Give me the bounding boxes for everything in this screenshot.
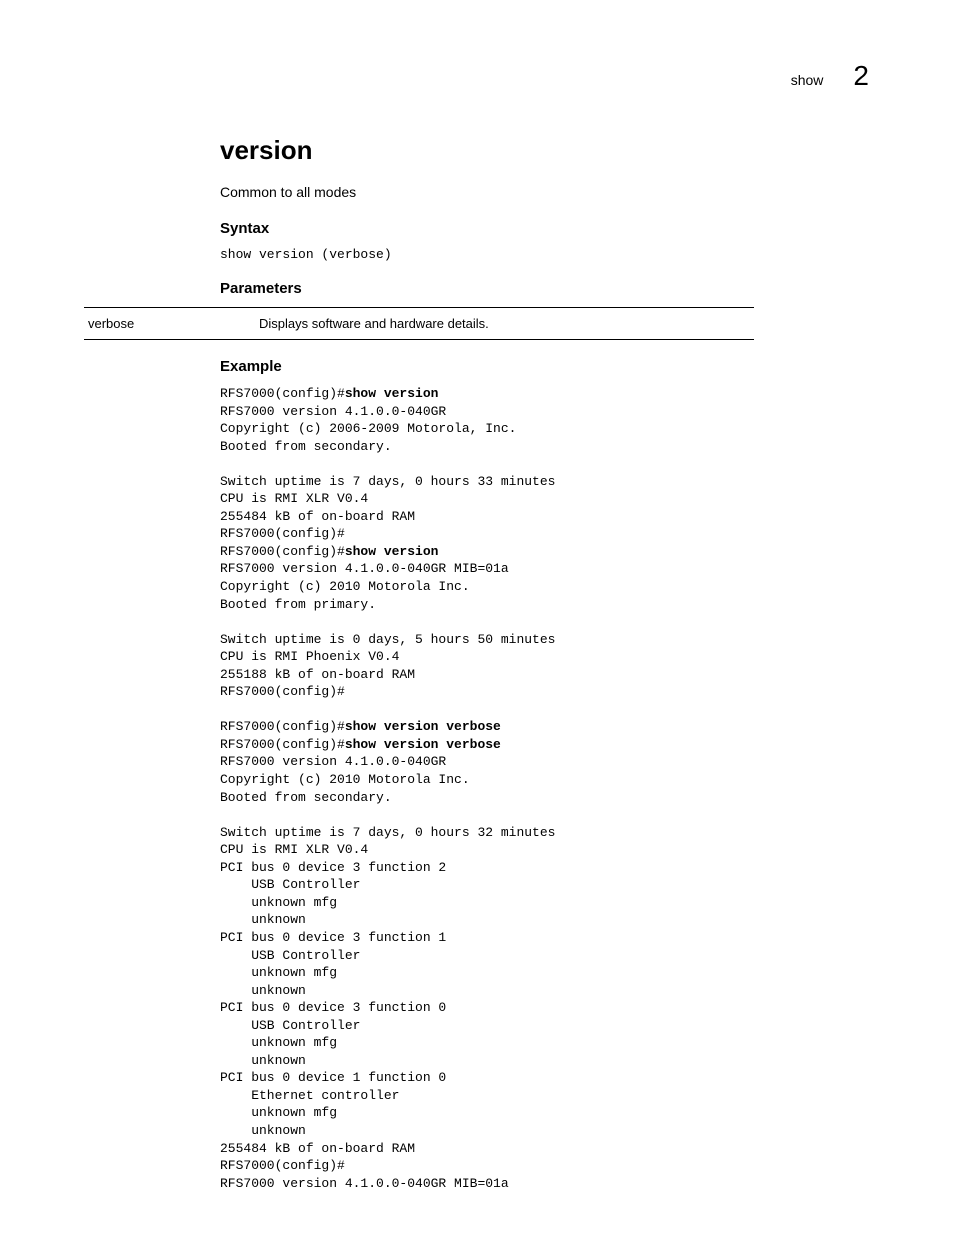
example-prefix: RFS7000(config)# bbox=[220, 386, 345, 401]
example-line: Booted from secondary. bbox=[220, 789, 860, 807]
example-line: unknown bbox=[220, 1122, 860, 1140]
parameters-header: Parameters bbox=[220, 280, 860, 297]
param-description: Displays software and hardware details. bbox=[259, 308, 754, 340]
example-command: show version verbose bbox=[345, 737, 501, 752]
example-line bbox=[220, 806, 860, 824]
example-line: PCI bus 0 device 3 function 2 bbox=[220, 859, 860, 877]
example-line: RFS7000(config)#show version verbose bbox=[220, 736, 860, 754]
example-prefix: RFS7000(config)# bbox=[220, 737, 345, 752]
example-line: PCI bus 0 device 3 function 0 bbox=[220, 999, 860, 1017]
example-line: CPU is RMI XLR V0.4 bbox=[220, 841, 860, 859]
header-section-text: show bbox=[791, 72, 824, 88]
example-line: Ethernet controller bbox=[220, 1087, 860, 1105]
example-header: Example bbox=[220, 358, 860, 375]
example-line: Copyright (c) 2010 Motorola Inc. bbox=[220, 771, 860, 789]
example-line: unknown mfg bbox=[220, 964, 860, 982]
example-command: show version bbox=[345, 544, 439, 559]
table-row: verbose Displays software and hardware d… bbox=[84, 308, 754, 340]
example-prefix: RFS7000(config)# bbox=[220, 719, 345, 734]
example-line: RFS7000 version 4.1.0.0-040GR bbox=[220, 753, 860, 771]
example-line: unknown mfg bbox=[220, 1104, 860, 1122]
example-line: RFS7000 version 4.1.0.0-040GR MIB=01a bbox=[220, 1175, 860, 1193]
example-line: USB Controller bbox=[220, 1017, 860, 1035]
example-line: Copyright (c) 2006-2009 Motorola, Inc. bbox=[220, 420, 860, 438]
example-prefix: RFS7000(config)# bbox=[220, 544, 345, 559]
example-line: Booted from secondary. bbox=[220, 438, 860, 456]
page-content: version Common to all modes Syntax show … bbox=[220, 135, 860, 1192]
example-line: RFS7000(config)#show version verbose bbox=[220, 718, 860, 736]
example-line: PCI bus 0 device 1 function 0 bbox=[220, 1069, 860, 1087]
example-line: Switch uptime is 7 days, 0 hours 33 minu… bbox=[220, 473, 860, 491]
example-line: unknown bbox=[220, 911, 860, 929]
example-line: USB Controller bbox=[220, 876, 860, 894]
syntax-code: show version (verbose) bbox=[220, 247, 860, 262]
example-command: show version bbox=[345, 386, 439, 401]
example-line: RFS7000(config)#show version bbox=[220, 385, 860, 403]
example-line: unknown mfg bbox=[220, 1034, 860, 1052]
example-line: 255484 kB of on-board RAM bbox=[220, 508, 860, 526]
example-line: PCI bus 0 device 3 function 1 bbox=[220, 929, 860, 947]
page-header: show 2 bbox=[791, 60, 869, 92]
example-line: RFS7000(config)# bbox=[220, 683, 860, 701]
command-subtitle: Common to all modes bbox=[220, 184, 860, 200]
example-block: RFS7000(config)#show versionRFS7000 vers… bbox=[220, 385, 860, 1192]
example-line: RFS7000(config)#show version bbox=[220, 543, 860, 561]
parameters-table: verbose Displays software and hardware d… bbox=[84, 307, 754, 340]
example-line bbox=[220, 455, 860, 473]
header-chapter-number: 2 bbox=[853, 60, 869, 92]
example-line: Copyright (c) 2010 Motorola Inc. bbox=[220, 578, 860, 596]
example-line: 255188 kB of on-board RAM bbox=[220, 666, 860, 684]
example-command: show version verbose bbox=[345, 719, 501, 734]
example-line: unknown mfg bbox=[220, 894, 860, 912]
example-line: USB Controller bbox=[220, 947, 860, 965]
example-line: CPU is RMI XLR V0.4 bbox=[220, 490, 860, 508]
example-line bbox=[220, 701, 860, 719]
command-title: version bbox=[220, 135, 860, 166]
syntax-header: Syntax bbox=[220, 220, 860, 237]
example-line: unknown bbox=[220, 1052, 860, 1070]
example-line: RFS7000(config)# bbox=[220, 1157, 860, 1175]
example-line: Booted from primary. bbox=[220, 596, 860, 614]
example-line: RFS7000(config)# bbox=[220, 525, 860, 543]
example-line: RFS7000 version 4.1.0.0-040GR bbox=[220, 403, 860, 421]
example-line: Switch uptime is 0 days, 5 hours 50 minu… bbox=[220, 631, 860, 649]
example-line: Switch uptime is 7 days, 0 hours 32 minu… bbox=[220, 824, 860, 842]
example-line: RFS7000 version 4.1.0.0-040GR MIB=01a bbox=[220, 560, 860, 578]
example-line bbox=[220, 613, 860, 631]
example-line: unknown bbox=[220, 982, 860, 1000]
example-line: CPU is RMI Phoenix V0.4 bbox=[220, 648, 860, 666]
example-line: 255484 kB of on-board RAM bbox=[220, 1140, 860, 1158]
param-name: verbose bbox=[84, 308, 259, 340]
